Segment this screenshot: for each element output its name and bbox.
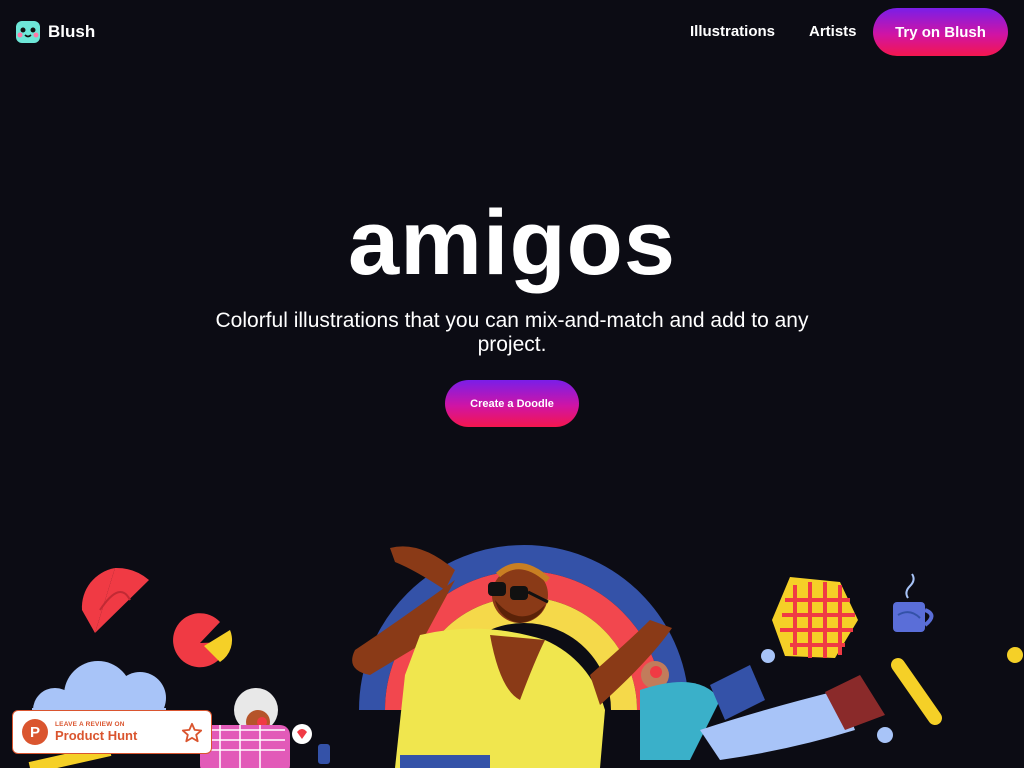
product-hunt-small-label: LEAVE A REVIEW ON [55,721,125,728]
product-hunt-logo: P [22,719,48,745]
coffee-mug-icon [893,573,934,632]
hero-title: amigos [347,192,677,294]
yellow-bar-shape [891,658,942,725]
pie-chart-shape [173,613,233,668]
blush-face-icon [16,21,40,43]
brand-name: Blush [48,22,96,41]
product-hunt-label: Product Hunt [55,728,138,743]
waffle-pattern-shape [772,577,858,658]
nav-link-artists[interactable]: Artists [809,23,857,40]
hero-subtitle: Colorful illustrations that you can mix-… [215,309,809,356]
try-on-blush-button[interactable]: Try on Blush [873,8,1008,56]
product-hunt-text: LEAVE A REVIEW ON Product Hunt [55,721,137,743]
star-icon [181,722,203,743]
top-nav: Blush Illustrations Artists Try on Blush [0,0,1024,64]
product-hunt-badge[interactable]: P LEAVE A REVIEW ON Product Hunt [12,710,212,754]
create-doodle-button[interactable]: Create a Doodle [445,380,579,427]
nav-link-illustrations[interactable]: Illustrations [690,23,775,40]
brand[interactable]: Blush [16,20,95,44]
lady-character [200,688,330,768]
